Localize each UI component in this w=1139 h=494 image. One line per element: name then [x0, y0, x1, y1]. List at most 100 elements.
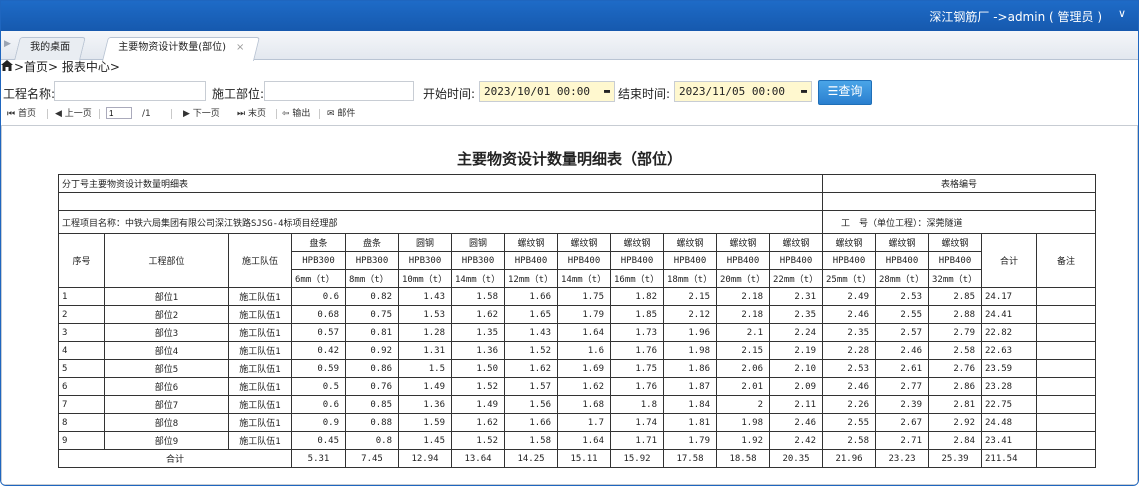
chevron-down-icon[interactable]: ∨: [1118, 7, 1126, 20]
end-time-value: 2023/11/05 00:00: [679, 85, 785, 98]
row-total: 24.48: [981, 413, 1037, 432]
row-value: 2.35: [822, 323, 876, 342]
material-name: 螺纹钢: [610, 233, 664, 252]
row-value: 1.28: [398, 323, 452, 342]
row-seq: 1: [58, 287, 105, 306]
query-button[interactable]: ☰查询: [818, 80, 872, 105]
material-name: 螺纹钢: [716, 233, 770, 252]
row-value: 1.64: [557, 323, 611, 342]
separator: [99, 109, 100, 119]
row-value: 2.53: [875, 287, 929, 306]
last-page-label: 末页: [247, 109, 266, 119]
tab-label: 主要物资设计数量(部位): [118, 42, 227, 53]
last-page-icon: ⏭: [237, 109, 246, 119]
breadcrumb-text[interactable]: >首页> 报表中心>: [14, 60, 120, 74]
material-spec: 28mm（t）: [875, 269, 929, 288]
tab-desktop[interactable]: 我的桌面: [14, 37, 86, 60]
row-part: 部位4: [104, 341, 229, 360]
row-part: 部位6: [104, 377, 229, 396]
sum-label: 合计: [58, 449, 292, 468]
material-name: 圆钢: [451, 233, 505, 252]
material-grade: HPB400: [610, 251, 664, 270]
home-icon[interactable]: [1, 60, 13, 71]
row-part: 部位8: [104, 413, 229, 432]
material-grade: HPB300: [291, 251, 346, 270]
row-value: 0.88: [345, 413, 399, 432]
next-page-button[interactable]: ▶ 下一页: [183, 107, 220, 121]
row-remark: [1036, 377, 1096, 396]
end-time-input[interactable]: 2023/11/05 00:00 ▬: [674, 81, 812, 102]
row-seq: 4: [58, 341, 105, 360]
row-value: 2.26: [822, 395, 876, 414]
project-name-input[interactable]: [54, 81, 206, 101]
material-spec: 10mm（t）: [398, 269, 452, 288]
material-name: 螺纹钢: [557, 233, 611, 252]
breadcrumb: >首页> 报表中心>: [1, 59, 120, 75]
pager-toolbar: ⏮ 首页 ◀ 上一页 /1 ▶ 下一页 ⏭ 末页 ⇦ 输出 ✉ 邮件: [1, 107, 1138, 121]
row-value: 2.46: [769, 413, 823, 432]
sum-value: 13.64: [451, 449, 505, 468]
user-info[interactable]: 深江钢筋厂 ->admin ( 管理员 ): [929, 8, 1102, 25]
row-value: 1.5: [398, 359, 452, 378]
start-time-value: 2023/10/01 00:00: [484, 85, 590, 98]
row-value: 1.84: [663, 395, 717, 414]
separator: [47, 109, 48, 119]
material-name: 螺纹钢: [663, 233, 717, 252]
row-value: 1.52: [504, 341, 558, 360]
first-page-icon: ⏮: [7, 109, 16, 119]
material-grade: HPB400: [504, 251, 558, 270]
row-value: 1.65: [504, 305, 558, 324]
row-team: 施工队伍1: [228, 359, 292, 378]
row-value: 2.71: [875, 431, 929, 450]
row-total: 23.41: [981, 431, 1037, 450]
sum-total: 211.54: [981, 449, 1037, 468]
row-value: 1.43: [504, 323, 558, 342]
row-value: 2.92: [928, 413, 982, 432]
material-grade: HPB300: [345, 251, 399, 270]
row-value: 1.92: [716, 431, 770, 450]
material-spec: 32mm（t）: [928, 269, 982, 288]
material-grade: HPB300: [398, 251, 452, 270]
material-name: 圆钢: [398, 233, 452, 252]
row-value: 2.28: [822, 341, 876, 360]
row-value: 2.57: [875, 323, 929, 342]
mail-button[interactable]: ✉ 邮件: [327, 107, 355, 121]
last-page-button[interactable]: ⏭ 末页: [237, 107, 266, 121]
row-part: 部位1: [104, 287, 229, 306]
row-value: 1.62: [451, 305, 505, 324]
prev-page-label: 上一页: [64, 109, 92, 119]
row-value: 2.39: [875, 395, 929, 414]
page-number-input[interactable]: [106, 107, 132, 119]
row-value: 1.96: [663, 323, 717, 342]
tab-scroll-left-icon[interactable]: ▶: [4, 39, 11, 49]
material-spec: 18mm（t）: [663, 269, 717, 288]
row-seq: 7: [58, 395, 105, 414]
separator: [276, 109, 277, 119]
row-value: 2.58: [928, 341, 982, 360]
material-grade: HPB300: [451, 251, 505, 270]
row-value: 0.75: [345, 305, 399, 324]
filter-bar: 工程名称: 施工部位: 开始时间: 2023/10/01 00:00 ▬ 结束时…: [1, 80, 1138, 105]
sum-value: 12.94: [398, 449, 452, 468]
material-name: 螺纹钢: [928, 233, 982, 252]
export-icon: ⇦: [282, 109, 290, 119]
unit-label: 工 号（单位工程）：深莞隧道: [822, 210, 1096, 234]
row-value: 1.58: [504, 431, 558, 450]
row-value: 1.59: [398, 413, 452, 432]
close-icon[interactable]: ×: [236, 42, 244, 53]
first-page-button[interactable]: ⏮ 首页: [7, 107, 36, 121]
row-team: 施工队伍1: [228, 287, 292, 306]
row-value: 1.68: [557, 395, 611, 414]
calendar-icon[interactable]: ▬: [604, 82, 610, 101]
prev-page-button[interactable]: ◀ 上一页: [55, 107, 92, 121]
calendar-icon[interactable]: ▬: [801, 82, 807, 101]
row-value: 2.46: [822, 377, 876, 396]
construction-part-input[interactable]: [264, 81, 414, 101]
export-button[interactable]: ⇦ 输出: [282, 107, 310, 121]
list-icon: ☰: [827, 84, 839, 98]
row-value: 0.5: [291, 377, 346, 396]
start-time-input[interactable]: 2023/10/01 00:00 ▬: [479, 81, 615, 102]
row-seq: 2: [58, 305, 105, 324]
tab-material-report[interactable]: 主要物资设计数量(部位) ×: [102, 37, 261, 61]
col-remark: 备注: [1036, 233, 1096, 288]
